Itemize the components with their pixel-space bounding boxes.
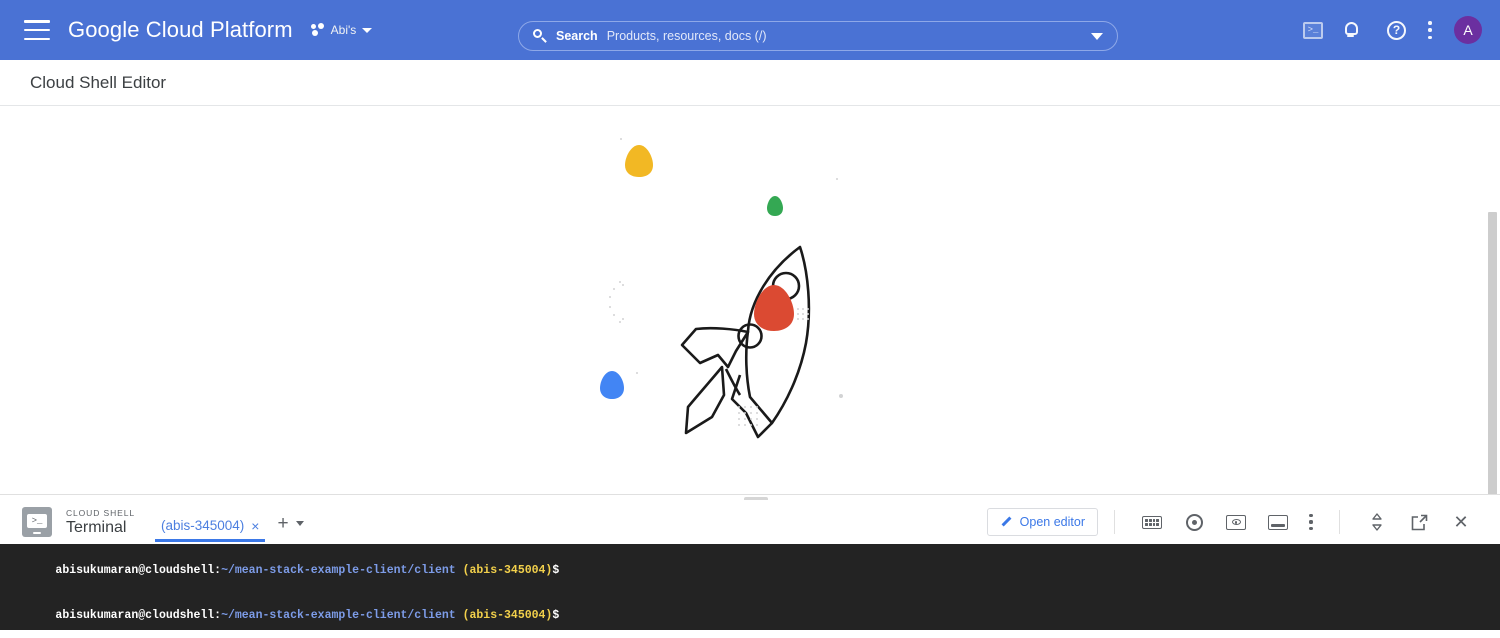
dot-arc-cluster [609,281,631,323]
rocket-illustration [600,138,920,491]
green-blob [767,196,783,216]
red-blob [754,285,794,331]
terminal-name: Terminal [66,518,127,536]
terminal-project: (abis-345004) [455,564,553,577]
canvas-scrollbar-track[interactable] [1486,212,1500,495]
chevron-down-icon [362,27,373,33]
pencil-icon [1000,516,1013,529]
dot-grid-cluster [797,308,809,320]
search-label: Search [556,29,598,43]
web-preview-icon[interactable] [1225,511,1247,533]
open-in-new-icon[interactable] [1408,511,1430,533]
project-name-label: Abi's [330,23,357,37]
terminal-titles: CLOUD SHELL Terminal [66,508,135,537]
terminal-toolbar: >_ CLOUD SHELL Terminal (abis-345004) × … [0,500,1500,544]
terminal-eyebrow: CLOUD SHELL [66,507,135,518]
brand-title[interactable]: Google Cloud Platform [68,17,293,43]
terminal-toolbar-right: Open editor ✕ [986,508,1482,536]
terminal-bottom-strip [0,630,1500,638]
terminal-project: (abis-345004) [455,609,553,622]
terminal-path: ~/mean-stack-example-client/client [221,564,456,577]
tab-active-underline [154,539,266,542]
settings-gear-icon[interactable] [1183,511,1205,533]
search-chevron-down-icon[interactable] [1091,32,1103,40]
add-tab-group: + [277,514,304,542]
terminal-user: abisukumaran@cloudshell: [55,609,222,622]
search-icon [533,28,548,44]
more-vert-icon[interactable] [1428,21,1432,39]
avatar[interactable]: A [1454,16,1482,44]
toolbar-divider [1114,510,1115,534]
terminal-prompt: $ [552,609,560,622]
close-icon[interactable]: × [251,519,259,533]
help-icon[interactable]: ? [1387,20,1406,40]
add-tab-chevron-down-icon[interactable] [295,521,304,526]
cloud-shell-logo: >_ [22,507,52,537]
dot-grid-cluster [738,406,760,428]
terminal-tab-label: (abis-345004) [160,518,245,533]
search-bar[interactable]: Search Products, resources, docs (/) [518,21,1118,51]
page-title-bar: Cloud Shell Editor [0,60,1500,106]
page-title: Cloud Shell Editor [30,72,167,92]
new-window-icon[interactable] [1267,511,1289,533]
terminal-prompt: $ [552,564,560,577]
cloud-shell-logo-glyph: >_ [27,513,47,528]
terminal-tab-active[interactable]: (abis-345004) × [154,518,266,542]
search-placeholder: Products, resources, docs (/) [606,29,767,43]
cloud-shell-icon[interactable]: >_ [1303,21,1323,39]
header-actions: >_ ? A [1303,0,1482,60]
cloud-shell-editor-page: Google Cloud Platform Abi's Search Produ… [0,0,1500,638]
terminal-tabs: (abis-345004) × + [154,500,304,544]
terminal-output[interactable]: abisukumaran@cloudshell:~/mean-stack-exa… [0,544,1500,630]
toolbar-divider [1339,510,1340,534]
terminal-path: ~/mean-stack-example-client/client [221,609,456,622]
add-tab-button[interactable]: + [277,514,288,533]
panel-divider [0,494,1500,495]
open-editor-button[interactable]: Open editor [986,508,1098,536]
terminal-line: abisukumaran@cloudshell:~/mean-stack-exa… [14,593,1500,630]
project-dots-icon [310,23,325,37]
close-icon[interactable]: ✕ [1450,511,1472,533]
gcp-top-header: Google Cloud Platform Abi's Search Produ… [0,0,1500,60]
terminal-line: abisukumaran@cloudshell:~/mean-stack-exa… [14,548,1500,593]
more-vert-icon[interactable] [1309,514,1313,530]
bell-icon[interactable] [1345,20,1365,40]
open-editor-label: Open editor [1019,515,1085,529]
hamburger-menu-icon[interactable] [24,20,50,40]
editor-empty-canvas [0,106,1500,495]
project-selector[interactable]: Abi's [310,23,373,37]
resize-updown-icon[interactable] [1366,511,1388,533]
terminal-user: abisukumaran@cloudshell: [55,564,222,577]
blue-blob [600,371,624,399]
yellow-blob [625,145,653,177]
canvas-scrollbar-thumb[interactable] [1488,212,1497,495]
keyboard-icon[interactable] [1141,511,1163,533]
